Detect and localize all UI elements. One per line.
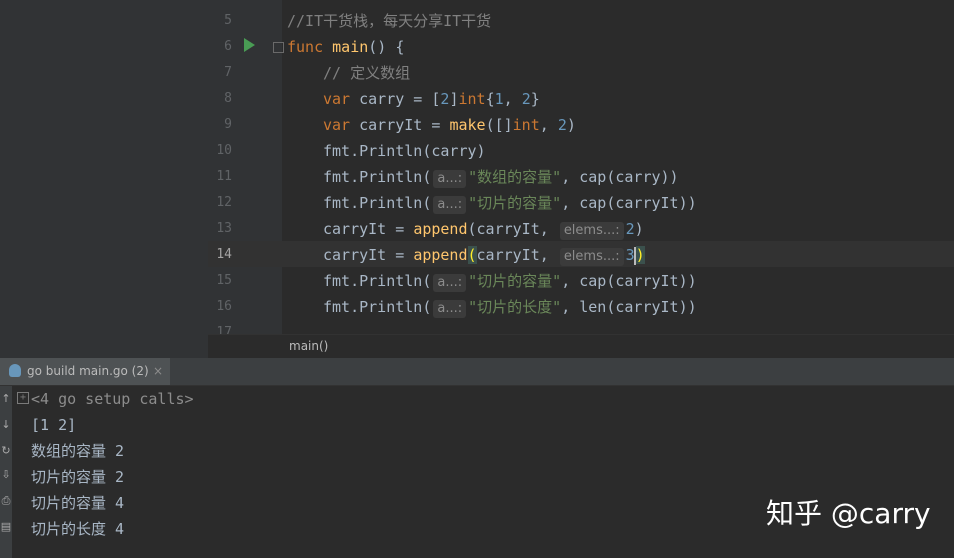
close-icon[interactable]: × [153, 364, 163, 378]
code-text: fmt.Println( [323, 298, 432, 316]
code-text: , cap(carryIt)) [561, 194, 697, 212]
fold-icon[interactable] [273, 42, 284, 53]
line-number: 6 [224, 39, 232, 54]
parameter-hint: a...: [433, 274, 467, 292]
keyword: var [323, 90, 351, 108]
string-literal: "数组的容量" [468, 168, 562, 186]
string-literal: "切片的容量" [468, 272, 562, 290]
code-line-16: fmt.Println(a...: "切片的长度", len(carryIt)) [323, 294, 697, 320]
code-line-9: var carryIt = make([]int, 2) [323, 112, 576, 138]
code-text: carryIt = [323, 246, 414, 264]
code-text: , [503, 90, 522, 108]
code-text: carryIt = [323, 220, 414, 238]
scroll-to-end-icon[interactable]: ⇩ [0, 468, 12, 482]
code-text: , [539, 116, 558, 134]
rerun-icon[interactable]: ↻ [0, 444, 12, 458]
matched-brace: ) [635, 246, 645, 264]
run-tab-label[interactable]: go build main.go (2) [27, 364, 149, 378]
line-number: 11 [216, 169, 232, 184]
line-number: 5 [224, 13, 232, 28]
number-literal: 1 [494, 90, 504, 108]
print-icon[interactable]: ⎙ [0, 494, 12, 508]
matched-brace: ( [467, 246, 477, 264]
code-text: } [530, 90, 540, 108]
function-name: main [332, 38, 369, 56]
run-icon[interactable] [244, 38, 255, 52]
console-line: 数组的容量 2 [31, 442, 125, 460]
string-literal: "切片的容量" [468, 194, 562, 212]
code-line-15: fmt.Println(a...: "切片的容量", cap(carryIt)) [323, 268, 697, 294]
code-line-12: fmt.Println(a...: "切片的容量", cap(carryIt)) [323, 190, 697, 216]
string-literal: "切片的长度" [468, 298, 562, 316]
line-number: 12 [216, 195, 232, 210]
code-text: , cap(carry)) [561, 168, 679, 186]
keyword: int [512, 116, 540, 134]
line-number: 10 [216, 143, 232, 158]
code-line-10: fmt.Println(carry) [323, 142, 486, 160]
project-panel [0, 0, 208, 358]
parameter-hint: a...: [433, 170, 467, 188]
code-line-13: carryIt = append(carryIt, elems...: 2) [323, 216, 644, 242]
code-text: ([] [485, 116, 513, 134]
code-text: carry = [ [350, 90, 441, 108]
line-number: 15 [216, 273, 232, 288]
up-arrow-icon[interactable]: ↑ [0, 392, 12, 406]
line-number: 14 [216, 247, 232, 262]
keyword: func [287, 38, 324, 56]
function-name: append [413, 246, 468, 264]
code-line-5: //IT干货栈，每天分享IT干货 [287, 12, 492, 30]
line-number: 17 [216, 325, 232, 334]
console-line: 切片的长度 4 [31, 520, 125, 538]
code-text: fmt.Println( [323, 272, 432, 290]
code-line-7: // 定义数组 [323, 64, 411, 82]
code-text: { [485, 90, 495, 108]
number-literal: 2 [557, 116, 567, 134]
line-number: 7 [224, 65, 232, 80]
function-name: append [413, 220, 468, 238]
breadcrumb[interactable]: main() [289, 339, 328, 353]
parameter-hint: elems...: [559, 248, 624, 266]
console-line: [1 2] [31, 416, 77, 434]
code-text: carryIt, [476, 246, 558, 264]
code-text: (carryIt, [467, 220, 558, 238]
code-line-11: fmt.Println(a...: "数组的容量", cap(carry)) [323, 164, 679, 190]
console-line: 切片的容量 2 [31, 468, 125, 486]
code-line-8: var carry = [2]int{1, 2} [323, 86, 540, 112]
trash-icon[interactable]: ▤ [0, 520, 12, 534]
code-text: ) [634, 220, 644, 238]
down-arrow-icon[interactable]: ↓ [0, 418, 12, 432]
keyword: int [458, 90, 486, 108]
parameter-hint: a...: [433, 196, 467, 214]
code-text: , len(carryIt)) [561, 298, 697, 316]
code-text: fmt.Println( [323, 168, 432, 186]
number-literal: 2 [521, 90, 531, 108]
code-text: , cap(carryIt)) [561, 272, 697, 290]
console-line[interactable]: <4 go setup calls> [31, 386, 194, 412]
code-text: fmt.Println( [323, 194, 432, 212]
code-line-14: carryIt = append(carryIt, elems...: 3) [323, 242, 645, 268]
number-literal: 2 [625, 220, 635, 238]
parameter-hint: a...: [433, 300, 467, 318]
function-name: make [449, 116, 486, 134]
console-line: 切片的容量 4 [31, 494, 125, 512]
code-text: ) [566, 116, 576, 134]
watermark: 知乎 @carry [766, 497, 931, 530]
go-gopher-icon [9, 364, 21, 377]
code-text: () { [368, 38, 405, 56]
expand-icon[interactable]: + [17, 392, 29, 404]
keyword: var [323, 116, 351, 134]
code-text: carryIt = [350, 116, 450, 134]
line-number: 13 [216, 221, 232, 236]
code-line-6: func main() { [287, 34, 404, 60]
line-number: 9 [224, 117, 232, 132]
line-number: 8 [224, 91, 232, 106]
line-number: 16 [216, 299, 232, 314]
parameter-hint: elems...: [559, 222, 624, 240]
